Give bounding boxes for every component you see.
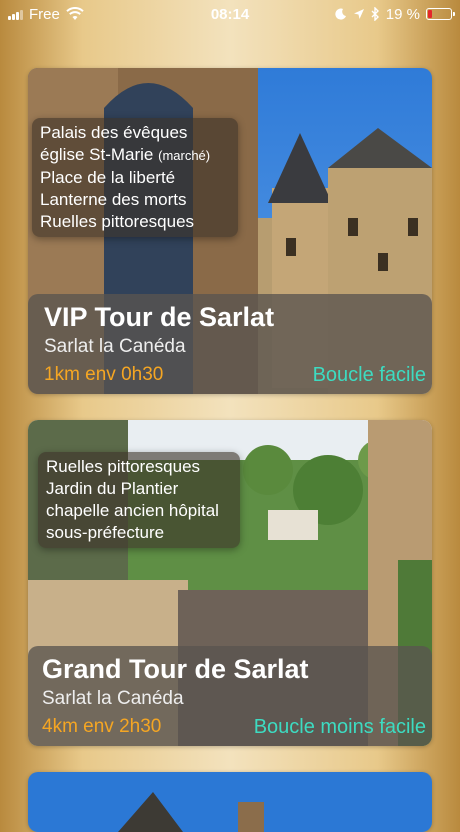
tour-card-next[interactable]: [28, 772, 432, 832]
tour-title: VIP Tour de Sarlat: [44, 302, 275, 332]
tour-info-panel: VIP Tour de Sarlat Sarlat la Canéda 1km …: [28, 294, 432, 394]
tour-card-grand[interactable]: Ruelles pittoresques Jardin du Plantier …: [28, 420, 432, 746]
status-bar: Free 08:14 19 %: [0, 0, 460, 28]
tour-photo: [28, 772, 432, 832]
location-arrow-icon: [353, 9, 364, 19]
tour-card-vip[interactable]: Palais des évêques église St-Marie (marc…: [28, 68, 432, 394]
stop-item: Lanterne des morts: [40, 190, 187, 209]
status-right: 19 %: [335, 5, 455, 23]
stop-item: église St-Marie (marché): [40, 145, 211, 164]
tour-distance: 1km env 0h30: [44, 364, 164, 385]
stop-item: Palais des évêques: [40, 123, 188, 142]
bluetooth-icon: [371, 7, 379, 21]
stop-item: Place de la liberté: [40, 168, 176, 187]
status-left: Free: [8, 6, 84, 23]
moon-icon: [335, 8, 346, 20]
battery-icon: [426, 8, 455, 20]
tour-loop-type: Boucle moins facile: [253, 716, 426, 738]
tour-location: Sarlat la Canéda: [42, 688, 184, 709]
wifi-icon: [66, 7, 84, 20]
battery-percent: 19 %: [385, 5, 420, 23]
stop-item: chapelle ancien hôpital: [46, 501, 219, 520]
battery-level: [428, 10, 432, 18]
stop-item: Ruelles pittoresques: [40, 212, 195, 231]
tour-info-panel: Grand Tour de Sarlat Sarlat la Canéda 4k…: [28, 646, 432, 746]
tour-stops: Ruelles pittoresques Jardin du Plantier …: [38, 452, 240, 548]
stop-item: Ruelles pittoresques: [46, 457, 201, 476]
tour-location: Sarlat la Canéda: [44, 336, 186, 357]
tour-stops: Palais des évêques église St-Marie (marc…: [32, 118, 238, 237]
tour-loop-type: Boucle facile: [312, 364, 426, 386]
signal-icon: [8, 8, 23, 20]
tour-distance: 4km env 2h30: [42, 716, 162, 737]
stop-item: sous-préfecture: [46, 523, 165, 542]
stop-item: Jardin du Plantier: [46, 479, 179, 498]
carrier-label: Free: [29, 5, 60, 23]
tour-title: Grand Tour de Sarlat: [42, 654, 309, 684]
